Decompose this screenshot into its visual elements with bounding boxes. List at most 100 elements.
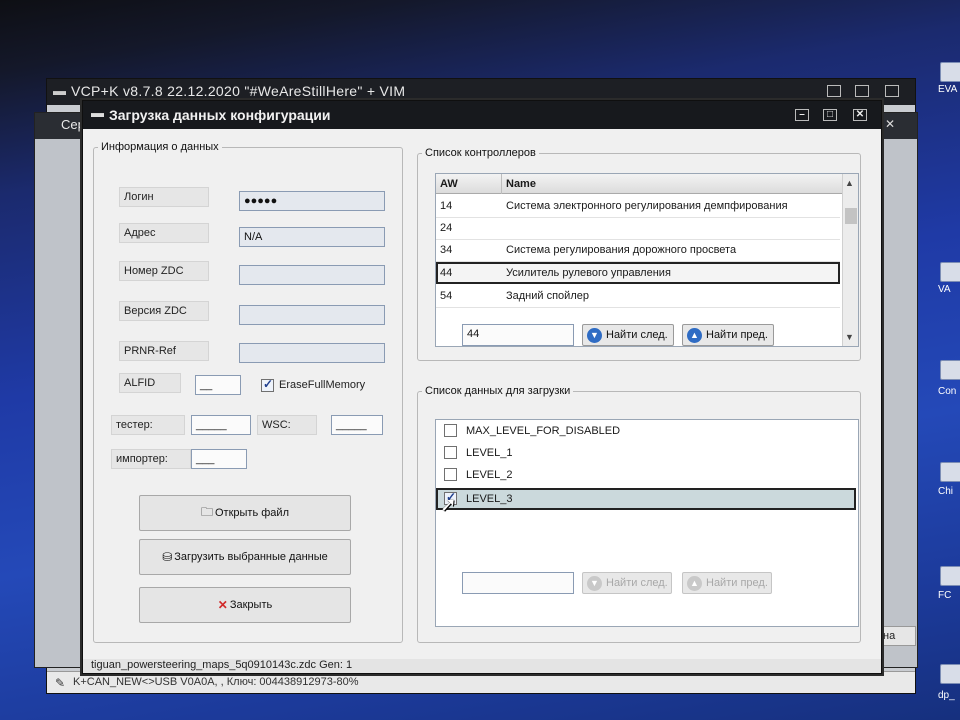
alfid-label: ALFID [119,373,181,393]
arrow-down-icon: ▼ [587,327,602,343]
open-file-button[interactable]: 🗀 Открыть файл [139,495,351,531]
arrow-down-icon: ▼ [587,575,602,591]
load-selected-button[interactable]: ⛁ Загрузить выбранные данные [139,539,351,575]
desktop-icon-chi[interactable] [940,462,960,482]
desktop-icon-label: Con [938,386,957,397]
minimize-icon[interactable]: – [795,109,809,121]
cell-aw: 54 [440,290,453,302]
list-item-label: LEVEL_2 [466,469,513,481]
cell-name: Система электронного регулирования демпф… [506,200,788,212]
controllers-scrollbar[interactable]: ▲ ▼ [842,174,858,346]
zdc-number-label: Номер ZDC [119,261,209,281]
controller-search-input[interactable]: 44 [462,324,574,346]
desktop-icon-dp[interactable] [940,664,960,684]
data-find-prev-button[interactable]: ▲ Найти пред. [682,572,772,594]
load-selected-label: Загрузить выбранные данные [174,551,328,563]
zdc-number-field[interactable] [239,265,385,285]
minimize-icon[interactable] [827,85,841,97]
close-button[interactable]: ✕ Закрыть [139,587,351,623]
system-menu-icon[interactable]: ▬ [53,83,66,98]
scroll-up-icon[interactable]: ▲ [845,178,854,188]
login-field[interactable]: ●●●●● [239,191,385,211]
plug-icon: ✎ [55,676,66,690]
find-prev-label: Найти пред. [706,577,768,589]
table-row[interactable]: 34 Система регулирования дорожного просв… [436,240,840,262]
importer-field[interactable]: ___ [191,449,247,469]
loaded-file-info: tiguan_powersteering_maps_5q0910143c.zdc… [91,659,353,671]
zdc-version-label: Версия ZDC [119,301,209,321]
desktop-icon-eva[interactable] [940,62,960,82]
desktop-icon-label: dp_ [938,690,955,701]
data-search-input[interactable] [462,572,574,594]
table-row[interactable]: 54 Задний спойлер [436,286,840,308]
close-icon[interactable]: ✕ [885,117,895,131]
dialog-body: Информация о данных Логин ●●●●● Адрес N/… [83,129,881,663]
data-list-group-legend: Список данных для загрузки [425,385,571,397]
folder-icon: 🗀 [200,504,213,519]
tester-field[interactable]: _____ [191,415,251,435]
address-field[interactable]: N/A [239,227,385,247]
vcp-status-bar: ✎ K+CAN_NEW<>USB V0A0A, , Ключ: 00443891… [47,671,915,693]
erase-full-memory-label: EraseFullMemory [279,379,366,391]
mouse-cursor-icon: ➚ [440,494,457,516]
controllers-group-legend: Список контроллеров [425,147,536,159]
list-item-checkbox[interactable] [444,424,457,437]
scroll-down-icon[interactable]: ▼ [845,332,854,342]
load-config-dialog: ▬ Загрузка данных конфигурации – □ ✕ Инф… [82,100,882,674]
list-item-selected[interactable]: LEVEL_3 [436,488,856,510]
maximize-icon[interactable]: □ [823,109,837,121]
close-icon[interactable]: ✕ [853,109,867,121]
alfid-field[interactable]: __ [195,375,241,395]
dialog-title: Загрузка данных конфигурации [109,107,331,123]
controllers-table-header: AW Name [436,174,844,194]
scroll-thumb[interactable] [845,208,857,224]
close-label: Закрыть [229,599,273,611]
desktop-icon-con[interactable] [940,360,960,380]
close-icon[interactable] [885,85,899,97]
desktop-icon-va[interactable] [940,262,960,282]
connection-status: K+CAN_NEW<>USB V0A0A, , Ключ: 0044389129… [73,676,359,688]
info-group-legend: Информация о данных [101,141,219,153]
cell-aw: 34 [440,244,453,256]
list-item-checkbox[interactable] [444,468,457,481]
maximize-icon[interactable] [855,85,869,97]
erase-full-memory-checkbox[interactable] [261,377,274,392]
list-item[interactable]: MAX_LEVEL_FOR_DISABLED [436,420,856,442]
wsc-field[interactable]: _____ [331,415,383,435]
column-header-name[interactable]: Name [502,174,844,194]
zdc-version-field[interactable] [239,305,385,325]
list-item-checkbox[interactable] [444,446,457,459]
cell-aw: 14 [440,200,453,212]
table-row[interactable]: 14 Система электронного регулирования де… [436,196,840,218]
table-row[interactable]: 24 [436,218,840,240]
list-item[interactable]: LEVEL_2 [436,464,856,486]
tester-label: тестер: [111,415,185,435]
cell-aw: 44 [440,267,453,279]
desktop-icon-label: Chi [938,486,954,497]
cell-name: Усилитель рулевого управления [506,267,671,279]
arrow-up-icon: ▲ [687,575,702,591]
importer-label: импортер: [111,449,191,469]
column-header-aw[interactable]: AW [436,174,502,194]
list-item[interactable]: LEVEL_1 [436,442,856,464]
login-label: Логин [119,187,209,207]
system-menu-icon[interactable]: ▬ [91,105,104,120]
address-label: Адрес [119,223,209,243]
list-item-label: MAX_LEVEL_FOR_DISABLED [466,425,621,437]
controller-find-next-button[interactable]: ▼ Найти след. [582,324,674,346]
dialog-status-bar: tiguan_powersteering_maps_5q0910143c.zdc… [83,659,881,673]
table-row-selected[interactable]: 44 Усилитель рулевого управления [436,262,840,284]
desktop-icon-fc[interactable] [940,566,960,586]
controller-find-prev-button[interactable]: ▲ Найти пред. [682,324,774,346]
red-x-icon: ✕ [217,598,228,612]
desktop-icon-label: EVA [938,84,958,95]
cell-aw: 24 [440,222,453,234]
data-find-next-button[interactable]: ▼ Найти след. [582,572,672,594]
arrow-up-icon: ▲ [687,327,702,343]
open-file-label: Открыть файл [215,507,289,519]
cell-name: Система регулирования дорожного просвета [506,244,737,256]
desktop-icon-label: VA [938,284,951,295]
wsc-label: WSC: [257,415,317,435]
dialog-title-bar[interactable]: ▬ Загрузка данных конфигурации – □ ✕ [83,101,881,129]
prnr-field[interactable] [239,343,385,363]
